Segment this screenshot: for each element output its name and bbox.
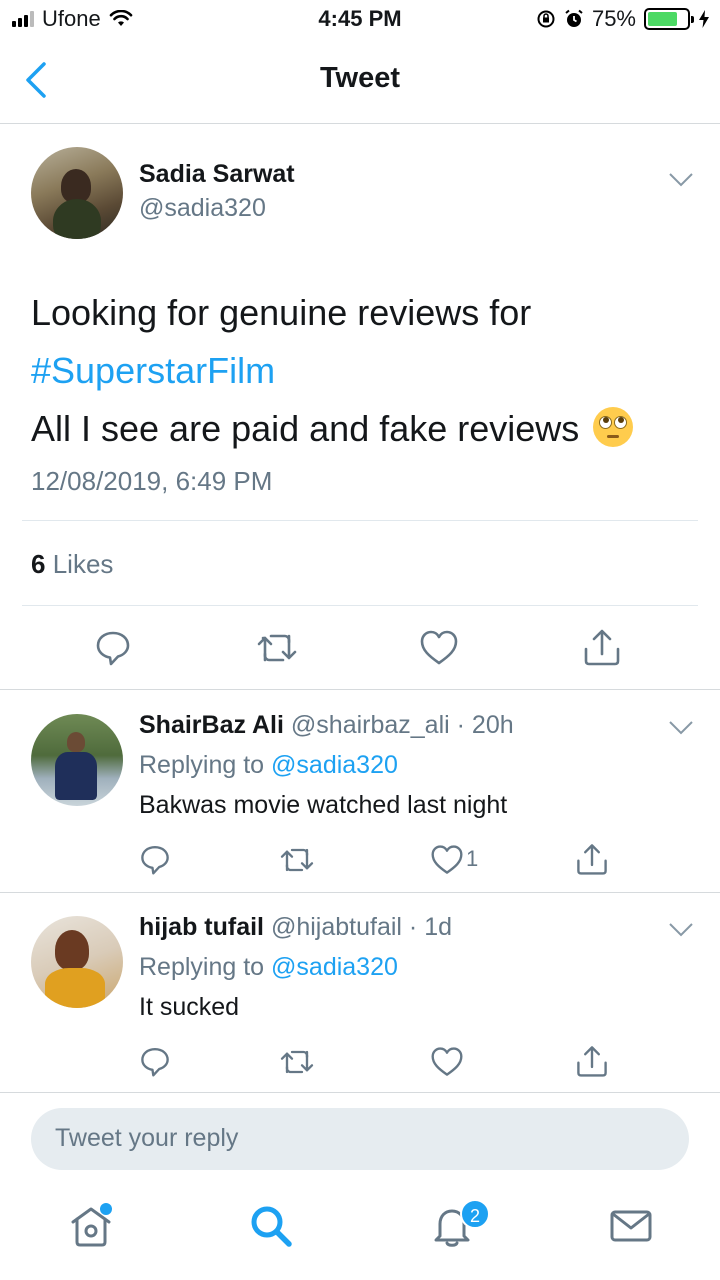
nav-header: Tweet <box>0 40 720 124</box>
avatar-photo-detail <box>67 732 85 752</box>
like-heart-icon[interactable] <box>430 844 464 876</box>
charging-icon <box>699 10 709 28</box>
divider <box>0 892 720 893</box>
avatar-photo-detail <box>61 169 91 203</box>
reply-author-handle: @shairbaz_ali <box>290 711 450 739</box>
likes-count[interactable]: 6 Likes <box>31 549 113 580</box>
reply-author-name: hijab tufail <box>139 913 264 941</box>
reply-icon[interactable] <box>139 843 171 875</box>
battery-fill <box>648 12 677 26</box>
rolling-eyes-emoji-icon <box>593 407 634 447</box>
status-right: 75% <box>536 6 710 32</box>
like-count: 1 <box>466 846 479 871</box>
author-name[interactable]: Sadia Sarwat <box>139 160 295 189</box>
reply-icon[interactable] <box>94 628 132 666</box>
battery-percent: 75% <box>591 6 636 31</box>
replying-label: Replying to <box>139 751 265 779</box>
retweet-icon[interactable] <box>255 630 299 666</box>
reply-avatar[interactable] <box>31 714 123 806</box>
hashtag-link[interactable]: #SuperstarFilm <box>31 342 691 400</box>
replying-label: Replying to <box>139 953 265 981</box>
tweet-text-line-last: All I see are paid and fake reviews <box>31 400 691 458</box>
search-icon[interactable] <box>247 1202 295 1250</box>
share-icon[interactable] <box>575 842 609 876</box>
reply-time: · 1d <box>408 913 453 941</box>
reply-author[interactable]: ShairBaz Ali @shairbaz_ali · 20h <box>139 711 514 740</box>
reply-avatar[interactable] <box>31 916 123 1008</box>
status-bar: Ufone 4:45 PM 75% <box>0 0 720 40</box>
mention-link[interactable]: @sadia320 <box>271 751 398 779</box>
reply-icon[interactable] <box>139 1045 171 1077</box>
chevron-down-icon[interactable] <box>668 172 694 188</box>
divider <box>22 520 698 521</box>
share-icon[interactable] <box>575 1044 609 1078</box>
divider <box>22 605 698 606</box>
avatar-photo-detail-2 <box>55 752 97 800</box>
avatar-photo-detail-2 <box>53 199 101 239</box>
reply-author[interactable]: hijab tufail @hijabtufail · 1d <box>139 913 452 942</box>
divider <box>0 1092 720 1093</box>
avatar-photo-detail-2 <box>45 968 105 1008</box>
retweet-icon[interactable] <box>278 845 316 875</box>
likes-label: Likes <box>52 549 114 579</box>
reply-author-handle: @hijabtufail <box>270 913 402 941</box>
reply-author-name: ShairBaz Ali <box>139 711 284 739</box>
mention-link[interactable]: @sadia320 <box>271 953 398 981</box>
reply-text: It sucked <box>139 993 240 1021</box>
avatar[interactable] <box>31 147 123 239</box>
reply-time: · 20h <box>456 711 514 739</box>
battery-icon <box>644 8 694 30</box>
tweet-text-line: Looking for genuine reviews for <box>31 292 532 333</box>
page-title: Tweet <box>319 62 401 94</box>
orientation-lock-icon <box>537 10 555 28</box>
tweet-timestamp[interactable]: 12/08/2019, 6:49 PM <box>31 466 272 497</box>
like-heart-icon[interactable] <box>419 629 459 667</box>
reply-input[interactable]: Tweet your reply <box>31 1108 689 1170</box>
messages-icon[interactable] <box>607 1202 655 1250</box>
retweet-icon[interactable] <box>278 1047 316 1077</box>
like-heart-icon[interactable] <box>430 1046 464 1078</box>
notifications-badge: 2 <box>460 1199 490 1229</box>
avatar-photo-detail <box>55 930 89 970</box>
chevron-down-icon[interactable] <box>668 922 694 938</box>
chevron-down-icon[interactable] <box>668 720 694 736</box>
author-handle[interactable]: @sadia320 <box>139 194 266 223</box>
alarm-icon <box>565 9 583 27</box>
divider <box>0 689 720 690</box>
share-icon[interactable] <box>582 627 622 667</box>
replying-to: Replying to @sadia320 <box>139 751 398 780</box>
reply-text: Bakwas movie watched last night <box>139 791 508 819</box>
tweet-text-line-3: All I see are paid and fake reviews <box>31 408 580 449</box>
replying-to: Replying to @sadia320 <box>139 953 398 982</box>
likes-number: 6 <box>31 549 46 579</box>
home-notification-dot <box>100 1203 112 1215</box>
tweet-text: Looking for genuine reviews for #Superst… <box>31 284 691 458</box>
